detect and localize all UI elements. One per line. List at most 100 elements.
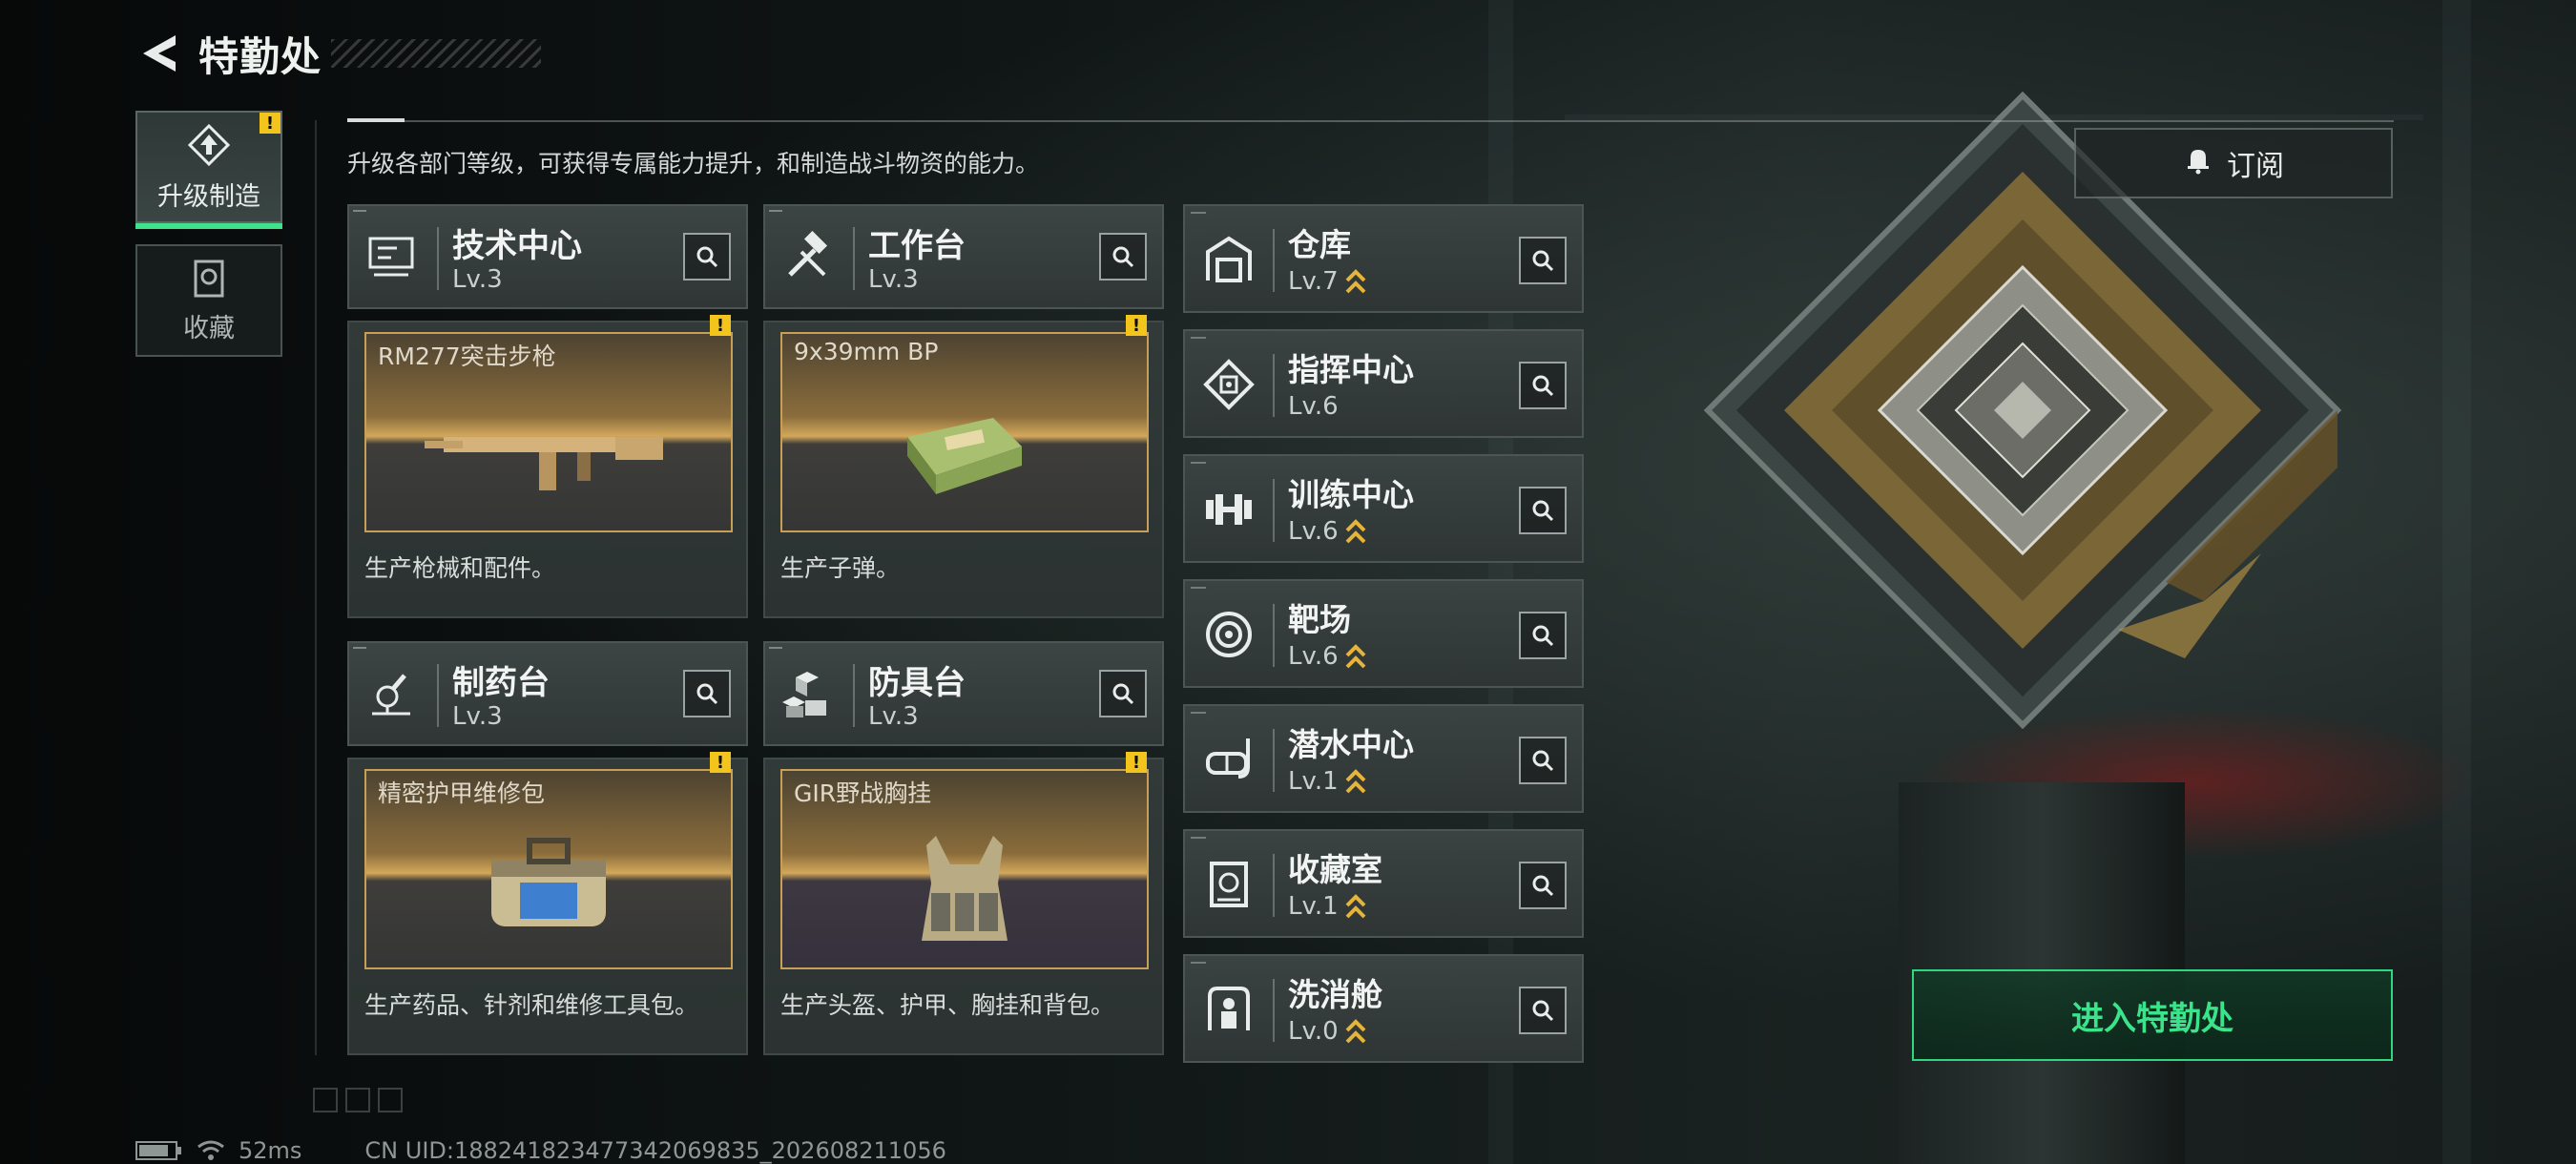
diving-mask-icon <box>1198 729 1259 790</box>
product-description: 生产头盔、护甲、胸挂和背包。 <box>780 991 1115 1019</box>
production-card-workbench: 9x39mm BP ! 生产子弹。 <box>763 315 1164 618</box>
alert-badge: ! <box>1126 315 1147 336</box>
craft-item-slot[interactable]: GIR野战胸挂 <box>780 769 1149 969</box>
facility-command-center[interactable]: 指挥中心 Lv.6 <box>1183 329 1584 438</box>
facility-header-workbench[interactable]: 工作台 Lv.3 <box>763 204 1164 309</box>
header-separator <box>1273 979 1275 1042</box>
facility-name: 制药台 <box>452 664 550 702</box>
facility-name: 指挥中心 <box>1288 351 1414 388</box>
item-name: 9x39mm BP <box>794 338 939 365</box>
enter-special-ops-button[interactable]: 进入特勤处 <box>1912 969 2393 1061</box>
item-name: RM277突击步枪 <box>378 343 556 370</box>
header-separator <box>1273 479 1275 542</box>
facility-level: Lv.1 <box>1288 767 1339 796</box>
facility-level-row: Lv.7 <box>1288 267 1367 296</box>
facility-name: 潜水中心 <box>1288 726 1414 763</box>
microscope-icon <box>361 664 422 725</box>
facility-level: Lv.3 <box>452 702 503 731</box>
ammo-box-icon <box>782 372 1147 530</box>
collection-icon <box>1198 854 1259 915</box>
search-icon <box>1112 683 1134 705</box>
facility-header-armor-bench[interactable]: 防具台 Lv.3 <box>763 641 1164 746</box>
inspect-button[interactable] <box>1519 612 1567 659</box>
facility-shooting-range[interactable]: 靶场 Lv.6 <box>1183 579 1584 688</box>
sidebar-divider <box>315 120 317 1055</box>
inspect-button[interactable] <box>683 233 731 281</box>
alert-badge: ! <box>1126 752 1147 773</box>
header-separator <box>1273 229 1275 292</box>
facility-level: Lv.6 <box>1288 642 1339 671</box>
alert-badge: ! <box>710 752 731 773</box>
inspect-button[interactable] <box>1519 487 1567 534</box>
hammer-wrench-icon <box>777 227 838 288</box>
subscribe-button[interactable]: 订阅 <box>2074 128 2393 198</box>
tab-label: 收藏 <box>183 313 235 343</box>
header-separator <box>1273 604 1275 667</box>
facility-name: 靶场 <box>1288 601 1351 638</box>
facility-level-row: Lv.1 <box>1288 892 1367 921</box>
repair-kit-icon <box>366 809 731 967</box>
craft-item-slot[interactable]: 精密护甲维修包 <box>364 769 733 969</box>
search-icon <box>1532 875 1554 897</box>
section-description: 升级各部门等级，可获得专属能力提升，和制造战斗物资的能力。 <box>347 150 1040 177</box>
upgrade-arrow-icon <box>187 123 231 166</box>
back-button[interactable] <box>134 28 185 79</box>
facility-name: 洗消舱 <box>1288 976 1382 1013</box>
product-description: 生产药品、针剂和维修工具包。 <box>364 991 699 1019</box>
product-description: 生产枪械和配件。 <box>364 554 556 582</box>
command-chip-icon <box>1198 354 1259 415</box>
warehouse-icon <box>1198 229 1259 290</box>
network-latency: 52ms <box>239 1137 302 1164</box>
facility-level-row: Lv.6 <box>1288 392 1339 421</box>
search-icon <box>696 246 718 268</box>
facility-diving-center[interactable]: 潜水中心 Lv.1 <box>1183 704 1584 813</box>
tab-collection[interactable]: 收藏 <box>135 244 282 357</box>
target-icon <box>1198 604 1259 665</box>
header-separator <box>1273 354 1275 417</box>
header-separator <box>853 664 855 727</box>
inspect-button[interactable] <box>1099 670 1147 717</box>
upgrade-available-icon <box>1344 767 1367 796</box>
facility-level-row: Lv.0 <box>1288 1017 1367 1046</box>
inspect-button[interactable] <box>1099 233 1147 281</box>
inspect-button[interactable] <box>1519 737 1567 784</box>
inspect-button[interactable] <box>1519 987 1567 1034</box>
upgrade-available-icon <box>1344 1017 1367 1046</box>
item-name: 精密护甲维修包 <box>378 779 546 807</box>
facility-header-tech-center[interactable]: 技术中心 Lv.3 <box>347 204 748 309</box>
inspect-button[interactable] <box>1519 237 1567 284</box>
production-card-pharmacy: 精密护甲维修包 ! 生产药品、针剂和维修工具包。 <box>347 752 748 1055</box>
inspect-button[interactable] <box>1519 362 1567 409</box>
inspect-button[interactable] <box>1519 862 1567 909</box>
craft-item-slot[interactable]: RM277突击步枪 <box>364 332 733 532</box>
alert-badge: ! <box>710 315 731 336</box>
inspect-button[interactable] <box>683 670 731 717</box>
corner-decoration <box>313 1088 403 1112</box>
search-icon <box>1532 1000 1554 1022</box>
header-separator <box>437 227 439 290</box>
facility-training-center[interactable]: 训练中心 Lv.6 <box>1183 454 1584 563</box>
facility-level: Lv.6 <box>1288 517 1339 546</box>
dumbbell-icon <box>1198 479 1259 540</box>
tab-upgrade-craft[interactable]: 升级制造 ! <box>135 111 282 229</box>
search-icon <box>1532 625 1554 647</box>
facility-collection-room[interactable]: 收藏室 Lv.1 <box>1183 829 1584 938</box>
facility-decon-chamber[interactable]: 洗消舱 Lv.0 <box>1183 954 1584 1063</box>
facility-level: Lv.3 <box>452 265 503 294</box>
header-separator <box>1273 854 1275 917</box>
upgrade-available-icon <box>1344 267 1367 296</box>
facility-warehouse[interactable]: 仓库 Lv.7 <box>1183 204 1584 313</box>
facility-header-pharmacy[interactable]: 制药台 Lv.3 <box>347 641 748 746</box>
tab-label: 升级制造 <box>157 181 260 212</box>
upgrade-available-icon <box>1344 892 1367 921</box>
craft-item-slot[interactable]: 9x39mm BP <box>780 332 1149 532</box>
facility-name: 技术中心 <box>452 227 582 265</box>
item-name: GIR野战胸挂 <box>794 779 932 807</box>
user-uid: CN UID:18824182347734​2069835_2026082110… <box>364 1137 946 1164</box>
back-arrow-icon <box>143 35 176 72</box>
decon-chamber-icon <box>1198 979 1259 1040</box>
chest-rig-icon <box>782 809 1147 967</box>
facility-name: 收藏室 <box>1288 851 1382 888</box>
alert-badge: ! <box>260 113 280 134</box>
facility-level: Lv.1 <box>1288 892 1339 921</box>
